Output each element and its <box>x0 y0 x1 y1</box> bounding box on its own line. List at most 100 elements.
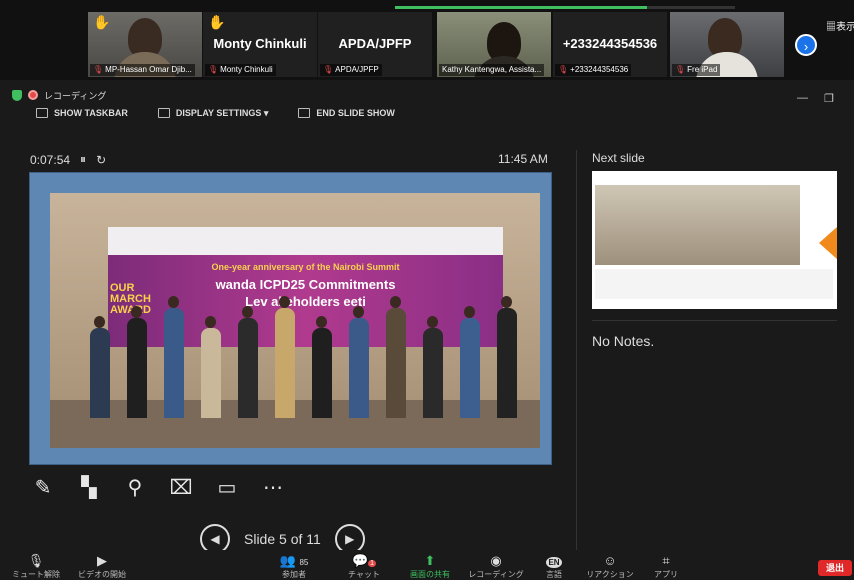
person-head <box>131 306 142 318</box>
banner-logos <box>108 227 503 255</box>
column-divider <box>576 150 577 570</box>
record-button[interactable]: ◉ レコーディング <box>466 553 526 580</box>
annotation-toolbar: ✎ ▚ ⚲ ⌧ ▭ ⋯ <box>28 472 288 502</box>
zoom-icon[interactable]: ⚲ <box>120 472 150 502</box>
participants-button[interactable]: 👥 85 参加者 <box>264 553 324 580</box>
slide-counter: Slide 5 of 11 <box>244 531 321 547</box>
participant-name: APDA/JPFP <box>335 65 379 74</box>
person-head <box>353 306 364 318</box>
mic-muted-icon: 🎙 <box>675 65 686 74</box>
mic-muted-icon: 🎙 <box>93 65 104 74</box>
banner-headline: One-year anniversary of the Nairobi Summ… <box>211 262 400 272</box>
display-settings-icon <box>157 108 170 118</box>
person-figure <box>349 318 369 418</box>
participant-name-tag: 🎙 Fre iPad <box>672 64 721 76</box>
subtitles-icon[interactable]: ▭ <box>212 472 242 502</box>
recording-row: レコーディング <box>12 88 106 102</box>
recording-icon <box>28 90 38 100</box>
person-figure <box>460 318 480 418</box>
participant-tile[interactable]: +233244354536 🎙 +233244354536 <box>553 12 667 77</box>
start-video-button[interactable]: ▶ ビデオの開始 <box>72 553 132 580</box>
mic-muted-icon: 🎙 <box>558 65 569 74</box>
video-label: ビデオの開始 <box>78 570 126 579</box>
recording-label: レコーディング <box>44 90 107 101</box>
elapsed-time: 0:07:54 <box>30 152 71 167</box>
mute-button[interactable]: 🎙 ミュート解除 <box>6 553 66 580</box>
show-taskbar-label: SHOW TASKBAR <box>54 108 128 118</box>
next-participants-button[interactable]: › <box>795 34 817 56</box>
display-settings-button[interactable]: DISPLAY SETTINGS ▾ <box>157 108 268 119</box>
person-figure <box>497 308 517 418</box>
apps-icon: ⌗ <box>662 553 670 568</box>
person-figure <box>90 328 110 418</box>
apps-button[interactable]: ⌗ アプリ <box>636 553 696 580</box>
reactions-label: リアクション <box>586 570 634 579</box>
person-head <box>94 316 105 328</box>
raised-hand-icon: ✋ <box>93 14 111 30</box>
mic-muted-icon: 🎙 <box>323 65 334 74</box>
end-slideshow-icon <box>298 108 311 118</box>
person-figure <box>164 308 184 418</box>
slideshow-timer: 0:07:54 ⏸ ↻ <box>30 152 106 167</box>
record-label: レコーディング <box>468 570 524 579</box>
video-off-icon: ▶ <box>97 553 107 568</box>
restart-timer-icon[interactable]: ↻ <box>96 153 106 167</box>
current-slide[interactable]: One-year anniversary of the Nairobi Summ… <box>29 172 552 465</box>
person-head <box>316 316 327 328</box>
language-code: EN <box>546 557 562 568</box>
person-head <box>464 306 475 318</box>
participant-name-tag: 🎙 MP-Hassan Omar Djib... <box>90 64 195 76</box>
chat-button[interactable]: 💬 1 チャット <box>334 553 394 580</box>
mic-muted-icon: 🎙 <box>208 65 219 74</box>
participant-tile[interactable]: Kathy Kantengwa, Assista... <box>437 12 551 77</box>
participant-name: Monty Chinkuli <box>220 65 273 74</box>
show-taskbar-button[interactable]: SHOW TASKBAR <box>36 108 128 118</box>
participant-tile[interactable]: ✋ Monty Chinkuli 🎙 Monty Chinkuli <box>203 12 317 77</box>
pause-icon[interactable]: ⏸ <box>80 152 86 167</box>
participant-tile[interactable]: APDA/JPFP 🎙 APDA/JPFP <box>318 12 432 77</box>
end-slide-show-button[interactable]: END SLIDE SHOW <box>298 108 395 118</box>
pen-icon[interactable]: ✎ <box>28 472 58 502</box>
person-head <box>427 316 438 328</box>
chat-badge: 1 <box>368 560 377 567</box>
current-time: 11:45 AM <box>498 152 548 166</box>
next-slide-photo <box>595 185 800 265</box>
strip-scrollbar-thumb[interactable] <box>395 6 647 9</box>
strip-scrollbar[interactable] <box>395 6 735 9</box>
taskbar-icon <box>36 108 48 118</box>
participant-name: +233244354536 <box>570 65 629 74</box>
participants-label: 参加者 <box>282 570 306 579</box>
participant-name-tag: Kathy Kantengwa, Assista... <box>439 64 545 76</box>
chat-icon: 💬 1 <box>351 553 377 568</box>
chat-label: チャット <box>348 570 380 579</box>
person-figure <box>275 308 295 418</box>
reactions-button[interactable]: ☺ リアクション <box>580 553 640 580</box>
minimize-icon[interactable]: — <box>797 92 808 104</box>
person-figure <box>423 328 443 418</box>
next-slide-preview[interactable] <box>592 171 837 309</box>
participant-display-name: Monty Chinkuli <box>213 36 307 51</box>
laser-pointer-icon[interactable]: ⌧ <box>166 472 196 502</box>
participant-name: Fre iPad <box>687 65 718 74</box>
view-button[interactable]: ▦表示 <box>826 18 854 33</box>
chevron-right-icon: ▶ <box>345 532 355 546</box>
participants-icon: 👥 85 <box>279 553 309 568</box>
more-options-icon[interactable]: ⋯ <box>258 472 288 502</box>
next-slide-label: Next slide <box>592 151 645 165</box>
zoom-window: ✋ 🎙 MP-Hassan Omar Djib... ✋ Monty Chinku… <box>0 0 854 580</box>
language-button[interactable]: EN 言語 <box>524 553 584 580</box>
share-screen-button[interactable]: ⬆ 画面の共有 <box>400 553 460 580</box>
participant-tile[interactable]: 🎙 Fre iPad <box>670 12 784 77</box>
meeting-controls-bar: 🎙 ミュート解除 ▶ ビデオの開始 👥 85 参加者 💬 1 チャット ⬆ 画面の共有 ◉ レ… <box>0 550 854 580</box>
chevron-left-icon: ◀ <box>210 532 220 546</box>
person-figure <box>386 308 406 418</box>
participant-name-tag: 🎙 +233244354536 <box>555 64 632 76</box>
all-slides-icon[interactable]: ▚ <box>74 472 104 502</box>
participants-count: 85 <box>299 558 309 567</box>
security-shield-icon <box>12 89 22 101</box>
leave-button[interactable]: 退出 <box>818 560 852 576</box>
participant-tile[interactable]: ✋ 🎙 MP-Hassan Omar Djib... <box>88 12 202 77</box>
apps-label: アプリ <box>654 570 678 579</box>
restore-icon[interactable]: ❐ <box>824 92 834 105</box>
presenter-toolbar: SHOW TASKBAR DISPLAY SETTINGS ▾ END SLID… <box>36 105 425 121</box>
